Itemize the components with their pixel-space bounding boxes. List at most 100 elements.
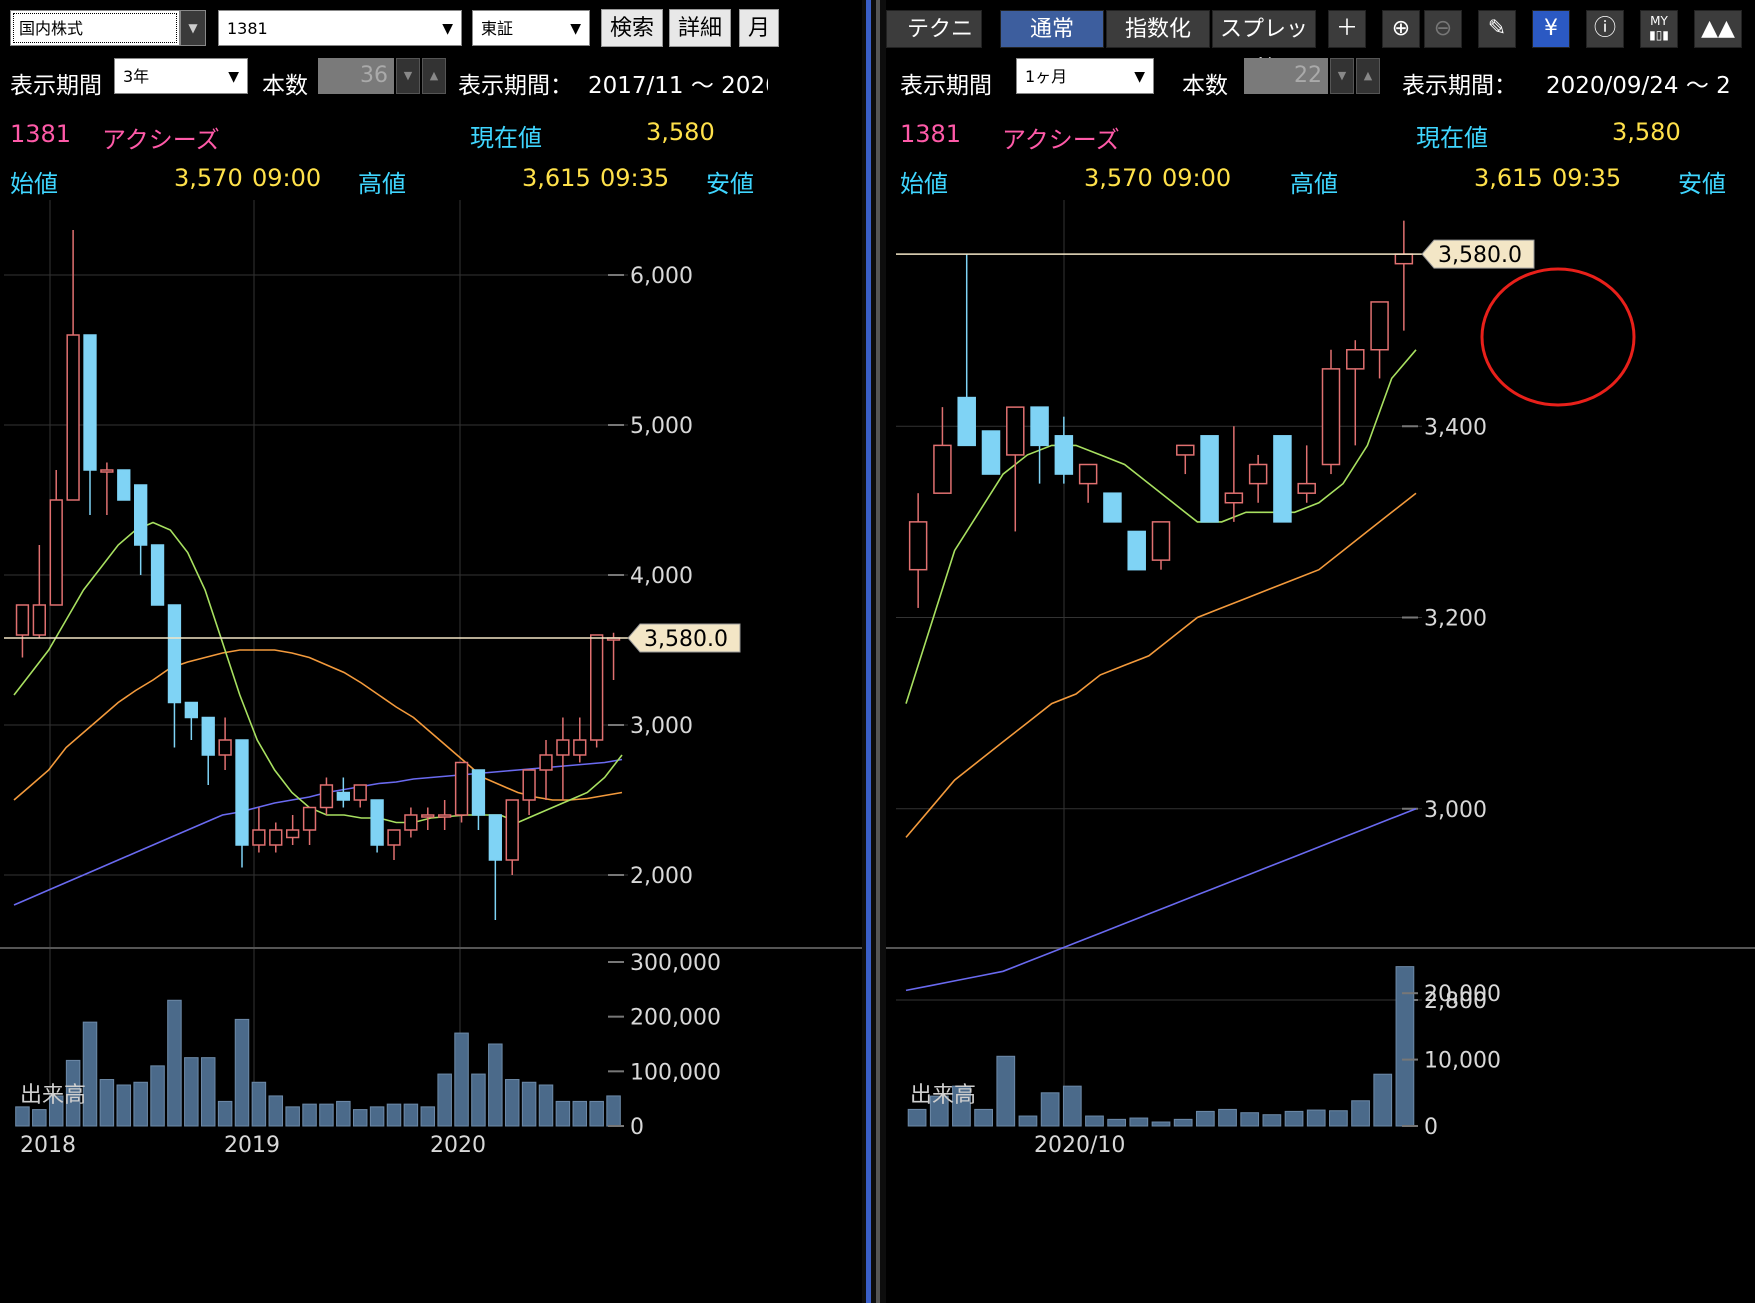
yen-icon: ¥: [1544, 16, 1558, 41]
candle-body: [933, 444, 952, 494]
price-tick-label: 5,000: [630, 414, 693, 439]
down-candle: [235, 739, 249, 868]
detail-button[interactable]: 詳細: [669, 9, 731, 47]
high-time: 09:35: [600, 164, 670, 192]
stock-name: アクシーズ: [102, 126, 220, 154]
range-label: 表示期間：: [1402, 73, 1517, 99]
tab-technical[interactable]: テクニカル: [886, 10, 982, 48]
up-candle: [933, 407, 952, 494]
candle-body: [590, 634, 604, 741]
monthly-candlestick-chart[interactable]: 6,000 5,000 4,000 3,000 2,000 3,580.0 300,00…: [0, 200, 862, 1300]
period-select[interactable]: 3年 ▼: [114, 58, 248, 94]
volume-bar: [907, 1108, 927, 1127]
count-decrement-button[interactable]: ▼: [1330, 58, 1354, 94]
exchange-select[interactable]: 東証 ▼: [472, 10, 590, 46]
up-candle: [387, 829, 401, 860]
up-candle: [353, 784, 367, 808]
ma-long-line: [905, 808, 1417, 992]
volume-tick-label: 20,000: [1424, 982, 1501, 1007]
candle-body: [302, 806, 317, 831]
tab-normal[interactable]: 通常: [1000, 10, 1104, 48]
crosshair-button[interactable]: ＋: [1328, 10, 1366, 48]
zoom-in-button[interactable]: ⊕: [1382, 10, 1420, 48]
candle-body: [421, 814, 435, 818]
period-select[interactable]: 1ヶ月 ▼: [1016, 58, 1154, 94]
volume-bar: [15, 1106, 30, 1127]
candle-body: [117, 469, 131, 501]
price-tick-label: 4,000: [630, 564, 693, 589]
chart-type-button[interactable]: ▲▲: [1694, 10, 1742, 48]
volume-bar: [504, 1079, 520, 1127]
volume-axis: 20,000 10,000 0: [1402, 982, 1501, 1140]
volume-bar: [471, 1073, 486, 1127]
range-value: 2020/09/24 ～ 2: [1546, 73, 1731, 99]
candle-body: [488, 814, 502, 861]
panel-divider[interactable]: [862, 0, 886, 1303]
draw-button[interactable]: ✎: [1478, 10, 1516, 48]
candle-body: [908, 521, 928, 571]
candle-body: [83, 334, 97, 471]
zoom-in-icon: ⊕: [1391, 16, 1411, 41]
up-candle: [302, 806, 317, 845]
candle-body: [471, 769, 486, 816]
left-chart-panel: 国内株式 ▼ 1381 ▼ 東証 ▼ 検索 詳細 月 表示期間 3年 ▼ 本数 …: [0, 0, 862, 1303]
count-increment-button[interactable]: ▲: [1356, 58, 1380, 94]
count-input[interactable]: 22: [1244, 58, 1328, 94]
volume-bar: [1195, 1110, 1215, 1127]
yen-button[interactable]: ¥: [1532, 10, 1570, 48]
volume-bar: [1085, 1115, 1104, 1127]
chevron-down-icon: ▼: [570, 21, 581, 37]
candle-body: [505, 799, 519, 861]
up-candle: [454, 761, 469, 823]
crosshair-icon: ＋: [1335, 16, 1358, 41]
chart-grid: [886, 200, 1755, 1126]
candle-body: [286, 829, 300, 839]
area-chart-icon: ▲▲: [1701, 16, 1735, 41]
down-candle: [134, 484, 148, 575]
volume-bar: [82, 1021, 98, 1127]
up-candle: [1346, 340, 1365, 446]
time-axis-label: 2019: [224, 1133, 280, 1158]
up-candle: [1370, 301, 1389, 379]
count-increment-button[interactable]: ▲: [422, 58, 446, 94]
count-decrement-button[interactable]: ▼: [396, 58, 420, 94]
high-time: 09:35: [1552, 164, 1622, 192]
up-candle: [49, 470, 63, 606]
my-settings-icon: MY ▮▯▮: [1649, 14, 1669, 42]
candle-body: [1006, 406, 1025, 456]
candle-body: [218, 739, 232, 756]
candle-body: [1248, 463, 1268, 485]
tab-spread[interactable]: スプレッド: [1212, 10, 1316, 80]
search-button[interactable]: 検索: [601, 9, 663, 47]
candle-body: [134, 484, 148, 546]
period-label: 表示期間: [10, 73, 102, 99]
low-label: 安値: [706, 170, 754, 198]
up-candle: [252, 807, 266, 853]
volume-bar: [1329, 1110, 1348, 1127]
market-select[interactable]: 国内株式: [10, 10, 180, 46]
chart-grid: [0, 200, 862, 1126]
daily-candlestick-chart[interactable]: 3,4003,2003,0002,800 3,580.0 20,00010,00…: [886, 200, 1755, 1300]
candle-body: [1151, 521, 1171, 561]
my-settings-button[interactable]: MY ▮▯▮: [1640, 10, 1678, 48]
info-button[interactable]: ⓘ: [1586, 10, 1624, 48]
period-select-value: 1ヶ月: [1025, 67, 1068, 86]
candle-body: [100, 469, 114, 473]
up-candle: [269, 822, 283, 853]
price-axis: 3,4003,2003,0002,800: [1402, 415, 1487, 1014]
tab-index[interactable]: 指数化: [1106, 10, 1210, 48]
count-input[interactable]: 36: [318, 58, 394, 94]
market-dropdown-button[interactable]: ▼: [180, 10, 206, 46]
market-select-value: 国内株式: [19, 19, 84, 38]
current-price-line: 3,580.0: [896, 239, 1535, 269]
volume-bar: [1395, 966, 1415, 1127]
zoom-out-button[interactable]: ⊖: [1424, 10, 1462, 48]
volume-tick-label: 200,000: [630, 1006, 721, 1031]
volume-bar: [488, 1043, 503, 1127]
monthly-tab[interactable]: 月: [739, 9, 779, 47]
range-label: 表示期間：: [458, 73, 573, 99]
code-input[interactable]: 1381 ▼: [218, 10, 462, 46]
volume-bar: [116, 1084, 132, 1127]
candle-body: [1394, 253, 1414, 265]
time-axis: 2020/10: [1034, 1133, 1125, 1158]
